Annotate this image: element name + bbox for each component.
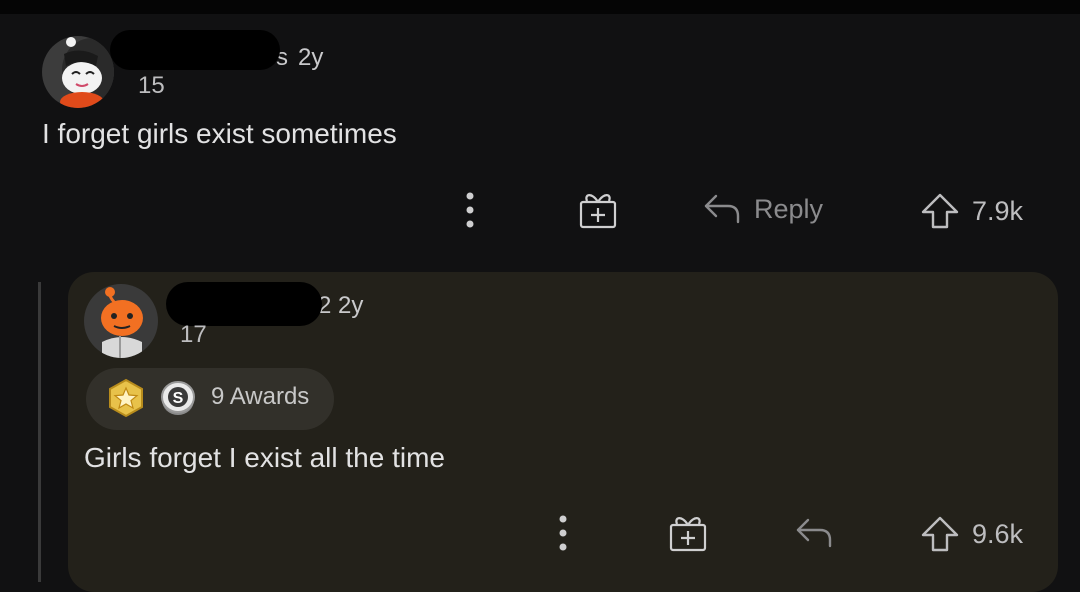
- star-award-icon: [106, 378, 146, 418]
- reply-label: Reply: [754, 193, 824, 224]
- reply-arrow-icon: [794, 516, 834, 550]
- gift-icon: [668, 513, 708, 553]
- reply-body: Girls forget I exist all the time: [84, 442, 446, 473]
- redacted-username: [110, 30, 280, 70]
- reply-button[interactable]: Reply: [702, 192, 823, 226]
- thread-line[interactable]: [38, 282, 41, 582]
- top-bar: [0, 0, 1080, 14]
- redacted-reply-username: [166, 282, 322, 326]
- awards-count: 9 Awards: [211, 383, 310, 410]
- vote-count: 7.9k: [972, 195, 1024, 226]
- more-vertical-icon: [460, 190, 480, 230]
- comment-body: I forget girls exist sometimes: [42, 118, 397, 149]
- user-flair-score: 15: [138, 72, 165, 99]
- reply-upvote-button[interactable]: 9.6k: [920, 515, 1023, 553]
- avatar[interactable]: [42, 36, 114, 108]
- silver-award-icon: S: [158, 378, 198, 418]
- reply-more-options-button[interactable]: [553, 513, 573, 553]
- svg-text:S: S: [173, 390, 184, 407]
- reply-arrow-icon: [702, 192, 742, 226]
- reply-vote-count: 9.6k: [972, 518, 1024, 549]
- more-vertical-icon: [553, 513, 573, 553]
- comment-age: 2y: [298, 44, 324, 71]
- upvote-arrow-icon: [920, 515, 960, 553]
- upvote-arrow-icon: [920, 192, 960, 230]
- reply-avatar[interactable]: [84, 284, 158, 358]
- reply-comment-age: 2y: [338, 292, 364, 319]
- reply-give-award-button[interactable]: [668, 513, 708, 553]
- reply-reply-button[interactable]: [794, 516, 834, 550]
- give-award-button[interactable]: [578, 190, 618, 230]
- upvote-button[interactable]: 7.9k: [920, 192, 1023, 230]
- gift-icon: [578, 190, 618, 230]
- more-options-button[interactable]: [460, 190, 480, 230]
- reply-user-flair-score: 17: [180, 321, 207, 348]
